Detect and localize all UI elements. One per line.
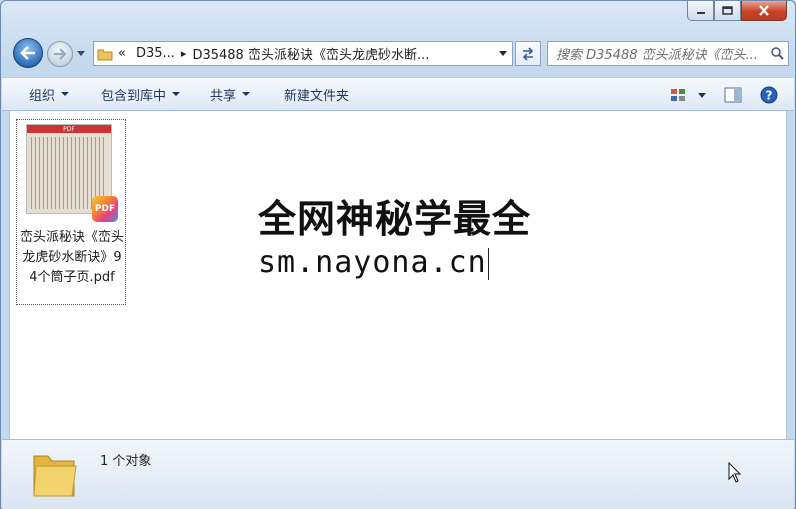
breadcrumb-item[interactable]: D35488 峦头派秘诀《峦头龙虎砂水断... [192, 44, 429, 63]
pdf-thumb-header: PDF [27, 125, 111, 133]
close-button[interactable] [741, 1, 787, 21]
search-box[interactable]: 搜索 D35488 峦头派秘诀《峦头... [547, 41, 789, 66]
minimize-icon [696, 11, 705, 14]
address-bar[interactable]: « D35... ▸ D35488 峦头派秘诀《峦头龙虎砂水断... [93, 41, 513, 66]
view-icon [671, 89, 685, 101]
file-item-pdf[interactable]: PDF PDF 峦头派秘诀《峦头龙虎砂水断诀》94个筒子页.pdf [16, 119, 126, 305]
watermark-overlay: 全网神秘学最全 sm.nayona.cn [252, 195, 552, 305]
new-folder-button[interactable]: 新建文件夹 [275, 81, 358, 107]
include-in-library-menu[interactable]: 包含到库中 [92, 81, 189, 107]
preview-pane-button[interactable] [718, 82, 748, 108]
forward-arrow-icon [54, 48, 67, 60]
help-button[interactable]: ? [754, 82, 784, 108]
back-button[interactable] [13, 38, 43, 68]
help-icon: ? [760, 86, 778, 104]
share-label: 共享 [210, 88, 237, 104]
watermark-url-text: sm.nayona.cn [258, 245, 487, 280]
include-in-library-label: 包含到库中 [101, 88, 167, 104]
caption-buttons [687, 1, 787, 21]
svg-text:?: ? [766, 89, 773, 103]
watermark-url: sm.nayona.cn [252, 243, 552, 283]
chevron-down-icon [61, 92, 70, 96]
search-input[interactable]: 搜索 D35488 峦头派秘诀《峦头... [548, 44, 766, 63]
close-icon [759, 5, 769, 16]
pdf-thumbnail: PDF PDF [26, 124, 118, 222]
watermark-title: 全网神秘学最全 [258, 197, 532, 241]
maximize-button[interactable] [714, 1, 741, 21]
chevron-down-icon [242, 92, 251, 96]
address-dropdown[interactable] [494, 42, 512, 65]
organize-menu[interactable]: 组织 [20, 81, 78, 107]
file-list-area[interactable]: PDF PDF 峦头派秘诀《峦头龙虎砂水断诀》94个筒子页.pdf 全网神秘学最… [9, 111, 787, 439]
search-icon[interactable] [766, 47, 788, 60]
view-controls: ? [664, 82, 784, 108]
chevron-down-icon [172, 92, 181, 96]
refresh-button[interactable] [515, 41, 541, 66]
file-name-label: 峦头派秘诀《峦头龙虎砂水断诀》94个筒子页.pdf [19, 230, 124, 285]
change-view-button[interactable] [664, 82, 694, 108]
breadcrumb-item[interactable]: D35... [126, 46, 175, 61]
chevron-down-icon [77, 50, 85, 56]
breadcrumb-overflow[interactable]: « [116, 46, 126, 61]
maximize-icon [722, 6, 733, 15]
folder-icon [94, 42, 116, 65]
explorer-window: « D35... ▸ D35488 峦头派秘诀《峦头龙虎砂水断... 搜索 D3… [0, 0, 796, 509]
mouse-cursor-icon [728, 462, 742, 483]
forward-button[interactable] [47, 41, 73, 67]
view-options-dropdown[interactable] [694, 82, 710, 108]
item-count: 1 个对象 [100, 454, 152, 469]
chevron-down-icon [499, 51, 507, 56]
share-menu[interactable]: 共享 [201, 81, 259, 107]
minimize-button[interactable] [687, 1, 714, 21]
details-pane: 1 个对象 [2, 439, 794, 509]
command-bar: 组织 包含到库中 共享 新建文件夹 ? [2, 77, 794, 111]
breadcrumb-separator-icon[interactable]: ▸ [175, 47, 193, 60]
back-arrow-icon [20, 46, 35, 60]
folder-icon [30, 448, 80, 500]
text-caret [487, 247, 489, 280]
refresh-icon [522, 46, 534, 61]
new-folder-label: 新建文件夹 [284, 88, 350, 104]
navigation-bar: « D35... ▸ D35488 峦头派秘诀《峦头龙虎砂水断... 搜索 D3… [9, 37, 789, 69]
recent-pages-dropdown[interactable] [75, 46, 87, 60]
organize-label: 组织 [29, 88, 56, 104]
chevron-down-icon [698, 92, 706, 98]
preview-pane-icon [724, 87, 742, 103]
pdf-badge-icon: PDF [92, 196, 118, 222]
